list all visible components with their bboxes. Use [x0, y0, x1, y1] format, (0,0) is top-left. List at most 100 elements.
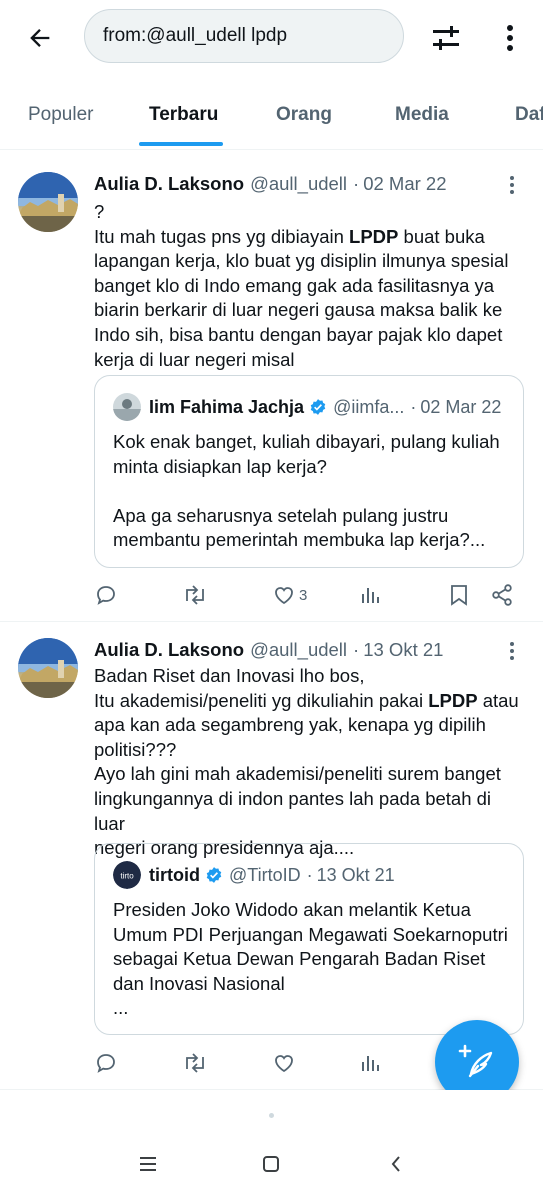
quote-header: Iim Fahima Jachja @iimfa... · 02 Mar 22: [113, 393, 501, 421]
tab-terbaru[interactable]: Terbaru: [149, 90, 218, 149]
tab-orang[interactable]: Orang: [276, 90, 332, 149]
tweet-text: ? Itu mah tugas pns yg dibiayain LPDP bu…: [94, 200, 524, 372]
author-handle[interactable]: @aull_udell: [250, 173, 347, 195]
text-line: sebagai Ketua Dewan Pengarah Badan Riset: [113, 948, 486, 970]
text-line: Kok enak banget, kuliah dibayari, pulang…: [113, 431, 500, 452]
reply-icon: [97, 1054, 115, 1073]
text-line: lingkungannya di indon pantes lah pada b…: [94, 787, 492, 834]
reply-icon: [97, 586, 115, 605]
home-square-icon: [263, 1156, 279, 1172]
quote-avatar: [113, 393, 141, 421]
text-line: banget klo di Indo emang gak ada fasilit…: [94, 274, 495, 296]
tweet-more-button[interactable]: [500, 636, 524, 666]
avatar[interactable]: [18, 172, 78, 232]
like-icon: [275, 587, 293, 605]
like-button[interactable]: [272, 1048, 299, 1078]
search-tabs: Populer Terbaru Orang Media Daftar: [0, 90, 543, 150]
text-line: Itu mah tugas pns yg dibiayain LPDP buat…: [94, 225, 524, 250]
like-button[interactable]: 3: [272, 580, 307, 610]
highlight-keyword: LPDP: [349, 225, 399, 247]
text-line: ?: [94, 201, 105, 222]
retweet-button[interactable]: [182, 580, 208, 610]
tweet-date[interactable]: 13 Okt 21: [363, 639, 443, 661]
text-line: membantu pemerintah membuka lap kerja?..…: [113, 529, 486, 551]
top-bar: from:@aull_udell lpdp: [0, 0, 543, 76]
text-segment: buat buka: [398, 225, 485, 247]
back-button[interactable]: [20, 18, 60, 58]
author-name[interactable]: Aulia D. Laksono: [94, 173, 244, 195]
tweet[interactable]: Aulia D. Laksono @aull_udell · 13 Okt 21…: [0, 622, 543, 1090]
text-segment: Itu akademisi/peneliti yg dikuliahin pak…: [94, 689, 429, 711]
system-navigation-bar: [0, 1090, 543, 1200]
text-line: biarin berkarir di luar negeri gausa mak…: [94, 299, 503, 321]
text-line: ...: [113, 997, 129, 1019]
separator: ·: [353, 639, 360, 660]
tweet-header: Aulia D. Laksono @aull_udell · 02 Mar 22: [94, 170, 447, 198]
quote-text: Kok enak banget, kuliah dibayari, pulang…: [113, 430, 513, 553]
highlight-keyword: LPDP: [428, 689, 478, 711]
tab-daftar[interactable]: Daftar: [515, 90, 543, 149]
tweet-more-button[interactable]: [500, 170, 524, 200]
system-back-button[interactable]: [376, 1150, 416, 1178]
views-button[interactable]: [358, 1048, 382, 1078]
separator: ·: [353, 173, 360, 194]
svg-text:tirto: tirto: [120, 872, 134, 881]
back-chevron-icon: [391, 1156, 400, 1172]
active-tab-indicator: [139, 142, 223, 146]
text-line: Apa ga seharusnya setelah pulang justru: [113, 504, 449, 526]
text-line: Presiden Joko Widodo akan melantik Ketua: [113, 899, 471, 920]
separator: ·: [306, 864, 313, 885]
more-vertical-icon: [510, 642, 514, 660]
menu-icon: [140, 1157, 156, 1171]
text-line: minta disiapkan lap kerja?: [113, 455, 327, 477]
scroll-indicator: [269, 1113, 274, 1118]
like-icon: [275, 1055, 293, 1073]
retweet-icon: [186, 585, 204, 605]
text-line: politisi???: [94, 738, 177, 760]
text-segment: Itu mah tugas pns yg dibiayain: [94, 225, 350, 247]
more-vertical-icon: [507, 25, 513, 51]
retweet-button[interactable]: [182, 1048, 208, 1078]
text-line: Ayo lah gini mah akademisi/peneliti sure…: [94, 763, 501, 785]
recent-apps-button[interactable]: [128, 1150, 168, 1178]
reply-button[interactable]: [94, 1048, 118, 1078]
quote-author-handle: @TirtoID: [229, 864, 301, 885]
tweet-date[interactable]: 02 Mar 22: [363, 173, 446, 195]
home-button[interactable]: [251, 1150, 291, 1178]
text-segment: atau: [477, 689, 519, 711]
search-input[interactable]: from:@aull_udell lpdp: [84, 9, 404, 63]
retweet-icon: [186, 1053, 204, 1073]
tab-media[interactable]: Media: [395, 90, 449, 149]
tweet-header: Aulia D. Laksono @aull_udell · 13 Okt 21: [94, 636, 443, 664]
quote-avatar: tirto: [113, 861, 141, 889]
author-name[interactable]: Aulia D. Laksono: [94, 639, 244, 661]
compose-icon: [458, 1044, 493, 1078]
author-handle[interactable]: @aull_udell: [250, 639, 347, 661]
back-arrow-icon: [30, 29, 50, 47]
text-line: apa kan ada segambreng yak, kenapa yg di…: [94, 714, 486, 736]
share-button[interactable]: [490, 580, 514, 610]
more-options-button[interactable]: [492, 18, 528, 58]
separator: ·: [410, 396, 417, 417]
quote-author-handle: @iimfa...: [333, 396, 405, 417]
bookmark-button[interactable]: [448, 580, 470, 610]
quote-text: Presiden Joko Widodo akan melantik Ketua…: [113, 898, 513, 1021]
tweet[interactable]: Aulia D. Laksono @aull_udell · 02 Mar 22…: [0, 156, 543, 622]
avatar[interactable]: [18, 638, 78, 698]
more-vertical-icon: [510, 176, 514, 194]
reply-button[interactable]: [94, 580, 118, 610]
quote-author-name: tirtoid: [149, 864, 200, 885]
quoted-tweet[interactable]: Iim Fahima Jachja @iimfa... · 02 Mar 22 …: [94, 375, 524, 568]
text-line: lapangan kerja, klo buat yg disiplin ilm…: [94, 250, 509, 272]
views-icon: [362, 588, 379, 603]
search-filter-button[interactable]: [426, 18, 466, 58]
text-line: kerja di luar negeri misal: [94, 348, 295, 370]
tab-populer[interactable]: Populer: [28, 90, 94, 149]
like-count: 3: [299, 586, 308, 604]
quote-author-name: Iim Fahima Jachja: [149, 396, 305, 417]
views-button[interactable]: [358, 580, 382, 610]
quote-date: 13 Okt 21: [316, 864, 395, 885]
text-line: Badan Riset dan Inovasi lho bos,: [94, 665, 365, 686]
quoted-tweet[interactable]: tirto tirtoid @TirtoID · 13 Okt 21 Presi…: [94, 843, 524, 1035]
verified-icon: [205, 866, 223, 884]
